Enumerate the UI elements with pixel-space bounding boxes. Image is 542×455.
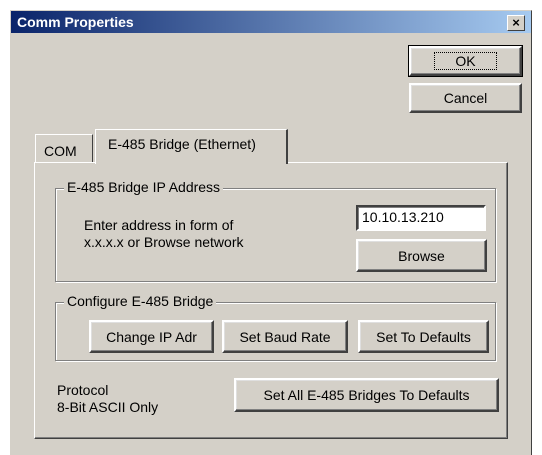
set-to-defaults-label: Set To Defaults [376,328,471,345]
protocol-value: 8-Bit ASCII Only [57,399,159,415]
ok-button[interactable]: OK [408,45,523,77]
ip-address-input[interactable]: 10.10.13.210 [356,205,486,231]
close-icon: × [512,15,520,30]
close-button[interactable]: × [507,15,525,31]
cancel-label: Cancel [443,90,488,106]
window-title: Comm Properties [17,14,134,30]
tab-com-label: COM [44,143,77,159]
set-baud-rate-label: Set Baud Rate [239,328,331,345]
tab-com[interactable]: COM [35,134,93,162]
set-all-bridges-defaults-button[interactable]: Set All E-485 Bridges To Defaults [234,378,499,412]
set-to-defaults-button[interactable]: Set To Defaults [358,320,489,353]
ip-instruction-line2: x.x.x.x or Browse network [84,234,244,250]
tab-panel: E-485 Bridge IP Address Enter address in… [34,162,508,439]
cancel-button[interactable]: Cancel [409,83,522,113]
set-all-bridges-defaults-label: Set All E-485 Bridges To Defaults [263,387,470,403]
ip-address-group: E-485 Bridge IP Address Enter address in… [55,179,496,282]
ip-instruction-line1: Enter address in form of [84,217,234,233]
title-bar[interactable]: Comm Properties × [11,11,531,33]
tab-e485-bridge[interactable]: E-485 Bridge (Ethernet) [95,129,288,164]
change-ip-label: Change IP Adr [106,328,197,345]
browse-label: Browse [398,247,445,264]
configure-bridge-group: Configure E-485 Bridge Change IP Adr Set… [55,293,496,361]
change-ip-button[interactable]: Change IP Adr [89,320,214,353]
ip-address-value: 10.10.13.210 [362,209,444,225]
config-group-label: Configure E-485 Bridge [64,293,217,309]
set-baud-rate-button[interactable]: Set Baud Rate [222,320,348,353]
comm-properties-dialog: Comm Properties × OK Cancel COM E-485 Br… [10,10,532,455]
ok-label: OK [434,52,497,70]
tab-e485-bridge-label: E-485 Bridge (Ethernet) [108,136,256,152]
protocol-label: Protocol [57,382,109,398]
browse-button[interactable]: Browse [356,239,487,272]
ip-group-label: E-485 Bridge IP Address [64,179,224,195]
